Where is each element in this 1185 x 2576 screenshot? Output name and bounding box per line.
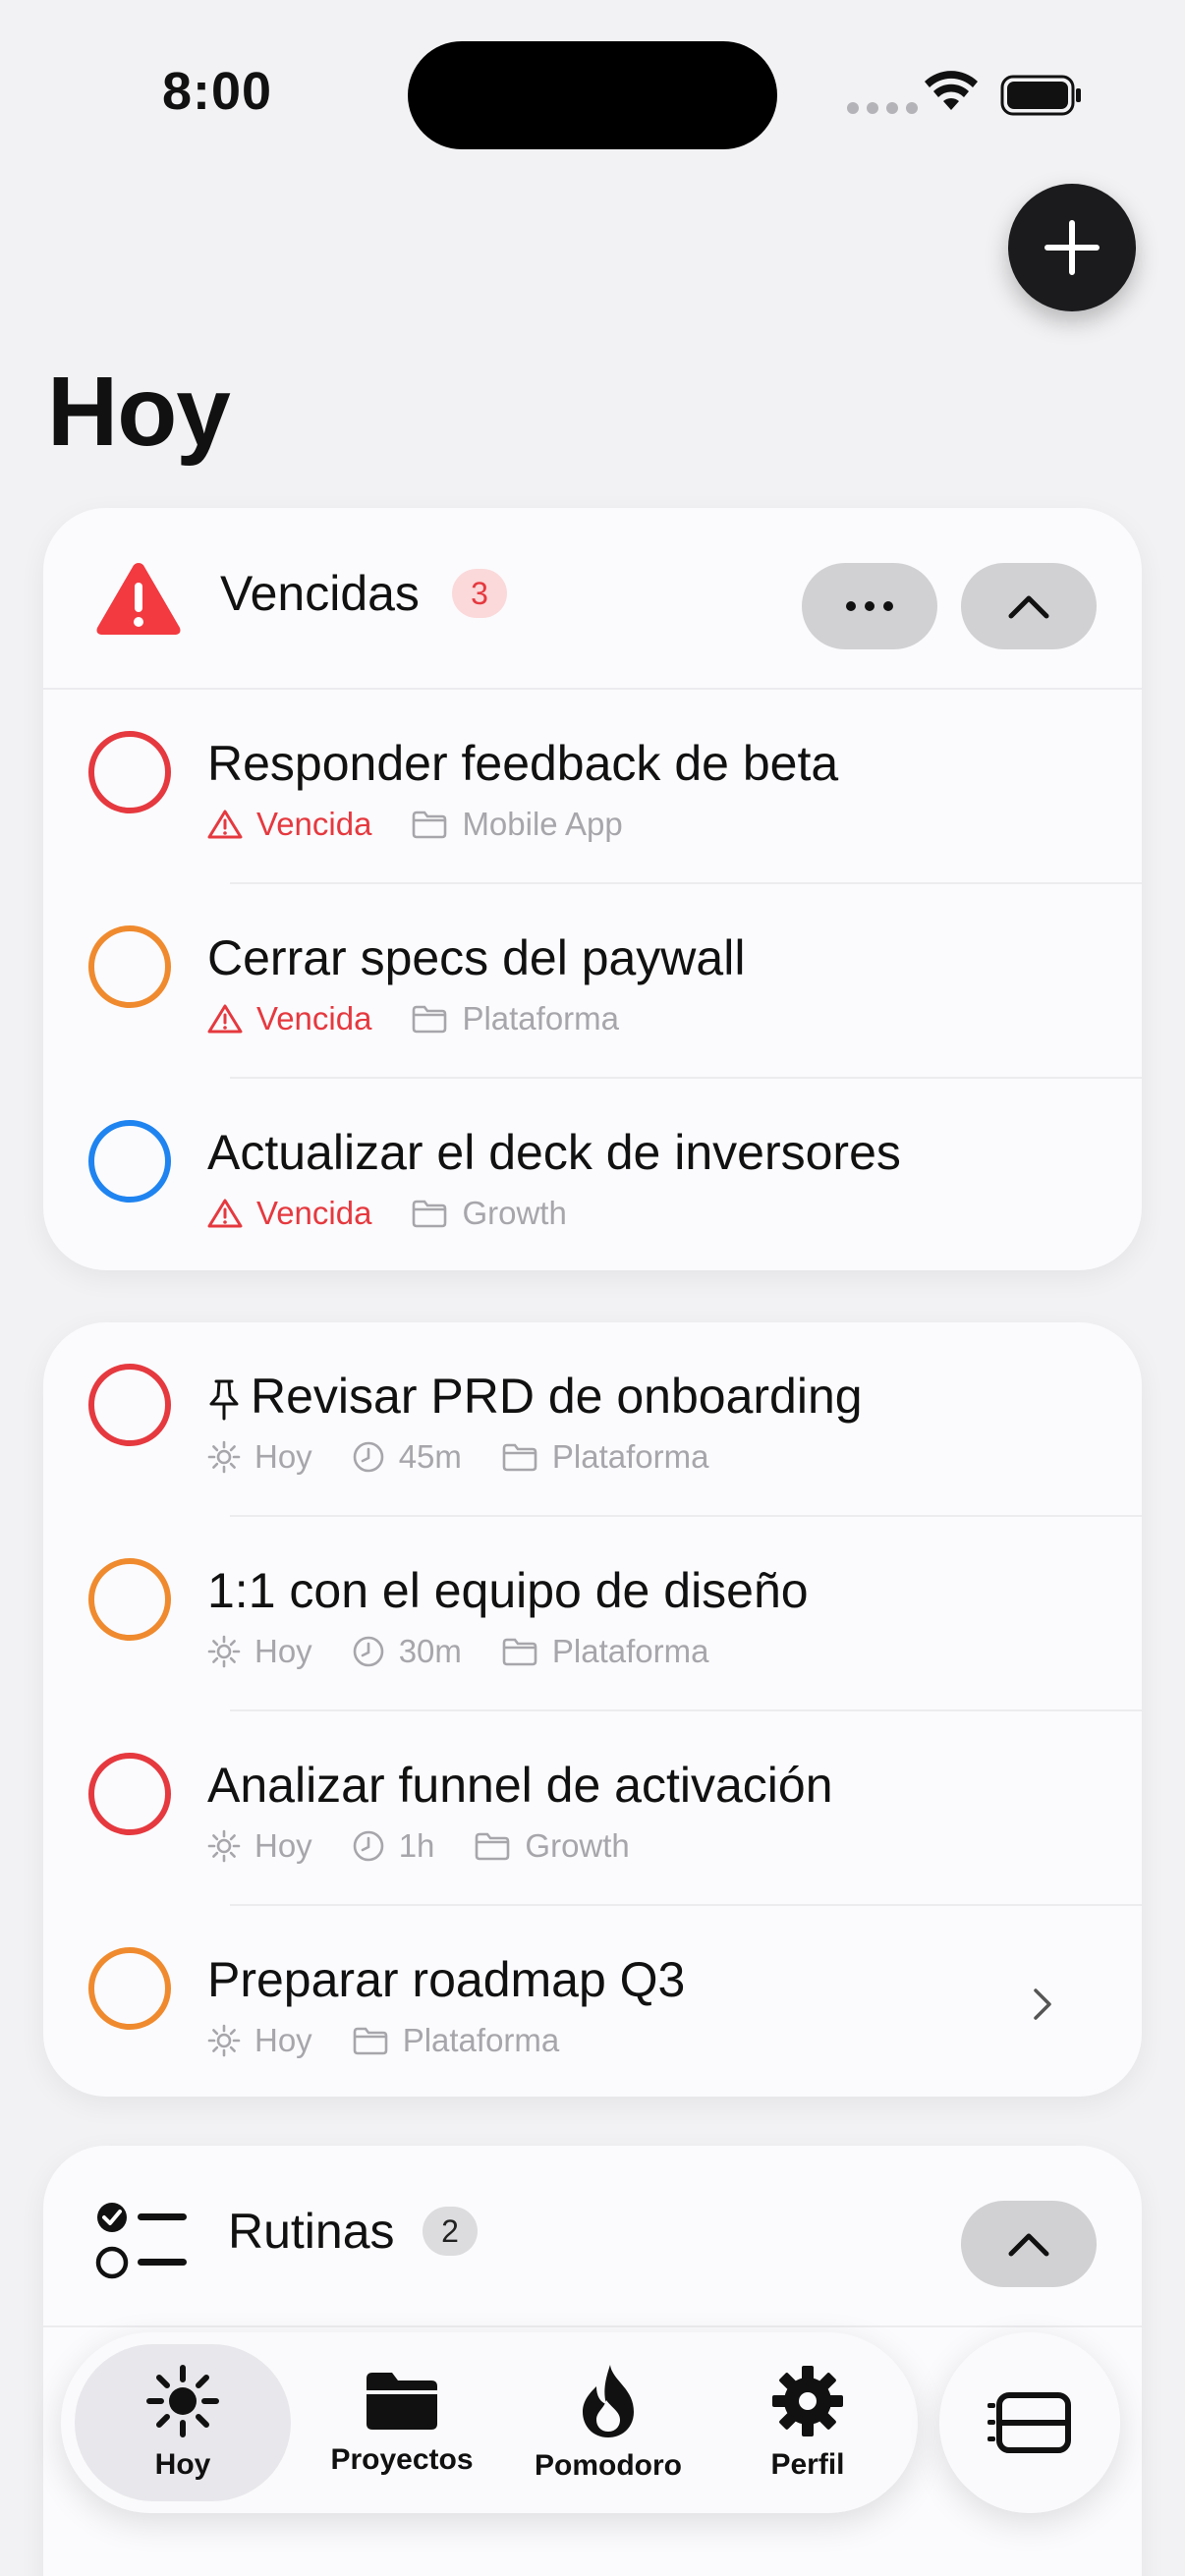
plus-icon bbox=[1044, 220, 1100, 275]
task-project: Growth bbox=[525, 1827, 630, 1864]
chevron-up-icon bbox=[1008, 2233, 1049, 2257]
tab-label: Pomodoro bbox=[535, 2449, 682, 2482]
task-complete-checkbox[interactable] bbox=[88, 1558, 171, 1641]
task-complete-checkbox[interactable] bbox=[88, 1364, 171, 1446]
sidebar-toggle-button[interactable] bbox=[939, 2332, 1120, 2513]
folder-icon bbox=[367, 2373, 437, 2430]
task-complete-checkbox[interactable] bbox=[88, 1753, 171, 1835]
tab-label: Hoy bbox=[154, 2448, 211, 2481]
folder-outline-icon bbox=[353, 2027, 387, 2055]
task-complete-checkbox[interactable] bbox=[88, 1120, 171, 1203]
folder-outline-icon bbox=[413, 1200, 447, 1228]
task-project: Growth bbox=[462, 1195, 567, 1231]
task-project: Plataforma bbox=[551, 1438, 709, 1475]
dynamic-island bbox=[408, 41, 777, 149]
tab-hoy[interactable]: Hoy bbox=[75, 2344, 291, 2501]
task-duration: 1h bbox=[398, 1827, 435, 1864]
task-title: 1:1 con el equipo de diseño bbox=[207, 1563, 809, 1618]
ellipsis-icon bbox=[846, 601, 893, 611]
tab-pomodoro[interactable]: Pomodoro bbox=[505, 2332, 711, 2513]
task-day: Hoy bbox=[254, 2022, 312, 2058]
folder-outline-icon bbox=[413, 1005, 447, 1034]
task-row[interactable]: 1:1 con el equipo de diseño Hoy 30m Plat… bbox=[43, 1517, 1142, 1711]
task-row[interactable]: Preparar roadmap Q3 Hoy Plataforma bbox=[43, 1906, 1142, 2097]
overdue-section-card: Vencidas 3 Responder feedback de beta Ve… bbox=[43, 508, 1142, 1270]
wifi-icon bbox=[925, 71, 978, 110]
overdue-count-badge: 3 bbox=[452, 569, 507, 618]
task-title-text: Revisar PRD de onboarding bbox=[251, 1369, 863, 1424]
task-row[interactable]: Actualizar el deck de inversores Vencida… bbox=[43, 1079, 1142, 1270]
task-complete-checkbox[interactable] bbox=[88, 731, 171, 813]
more-options-button[interactable] bbox=[802, 563, 937, 649]
clock-icon bbox=[353, 1830, 383, 1862]
task-row[interactable]: Revisar PRD de onboarding Hoy 45m Plataf… bbox=[43, 1322, 1142, 1517]
task-project: Plataforma bbox=[551, 1633, 709, 1669]
chevron-up-icon bbox=[1008, 595, 1049, 619]
sun-outline-icon bbox=[207, 1829, 241, 1863]
clock-icon bbox=[353, 1441, 383, 1473]
today-section-card: Revisar PRD de onboarding Hoy 45m Plataf… bbox=[43, 1322, 1142, 2097]
task-duration: 30m bbox=[398, 1633, 462, 1669]
add-task-button[interactable] bbox=[1008, 184, 1136, 311]
chevron-right-icon[interactable] bbox=[1032, 1987, 1053, 2022]
folder-outline-icon bbox=[476, 1832, 510, 1861]
list-stack-icon bbox=[988, 2392, 1071, 2453]
gear-icon bbox=[772, 2366, 843, 2436]
collapse-overdue-button[interactable] bbox=[961, 563, 1097, 649]
overdue-section-title: Vencidas bbox=[220, 566, 420, 621]
warning-icon bbox=[96, 563, 181, 635]
sun-icon bbox=[146, 2365, 219, 2437]
task-title: Actualizar el deck de inversores bbox=[207, 1125, 901, 1180]
sun-outline-icon bbox=[207, 1635, 241, 1668]
collapse-routines-button[interactable] bbox=[961, 2201, 1097, 2287]
sun-outline-icon bbox=[207, 2024, 241, 2057]
battery-icon bbox=[1000, 75, 1081, 116]
task-status: Vencida bbox=[256, 806, 372, 842]
tab-label: Perfil bbox=[770, 2448, 845, 2481]
tab-perfil[interactable]: Perfil bbox=[711, 2332, 904, 2513]
task-title: Analizar funnel de activación bbox=[207, 1758, 833, 1813]
sun-outline-icon bbox=[207, 1440, 241, 1474]
tab-proyectos[interactable]: Proyectos bbox=[299, 2332, 505, 2513]
warning-outline-icon bbox=[207, 1199, 243, 1228]
task-row[interactable]: Responder feedback de beta Vencida Mobil… bbox=[43, 690, 1142, 884]
task-day: Hoy bbox=[254, 1438, 312, 1475]
status-time: 8:00 bbox=[162, 62, 273, 121]
folder-outline-icon bbox=[502, 1638, 537, 1666]
task-status: Vencida bbox=[256, 1000, 372, 1036]
task-title: Cerrar specs del paywall bbox=[207, 930, 746, 985]
flame-icon bbox=[583, 2365, 634, 2437]
task-project: Mobile App bbox=[462, 806, 623, 842]
task-complete-checkbox[interactable] bbox=[88, 925, 171, 1008]
task-day: Hoy bbox=[254, 1633, 312, 1669]
tab-bar: Hoy Proyectos Pomodoro Perfil bbox=[61, 2332, 918, 2513]
task-day: Hoy bbox=[254, 1827, 312, 1864]
task-title: Revisar PRD de onboarding bbox=[207, 1368, 863, 1425]
overdue-section-header[interactable]: Vencidas 3 bbox=[43, 508, 1142, 690]
task-duration: 45m bbox=[398, 1438, 462, 1475]
folder-outline-icon bbox=[413, 811, 447, 839]
status-bar: 8:00 bbox=[0, 0, 1185, 196]
warning-outline-icon bbox=[207, 1004, 243, 1034]
routines-section-title: Rutinas bbox=[228, 2204, 395, 2259]
tab-label: Proyectos bbox=[330, 2443, 474, 2476]
routines-section-header[interactable]: Rutinas 2 bbox=[43, 2146, 1142, 2327]
folder-outline-icon bbox=[502, 1443, 537, 1472]
task-title: Preparar roadmap Q3 bbox=[207, 1952, 686, 2007]
clock-icon bbox=[353, 1636, 383, 1667]
task-row[interactable]: Analizar funnel de activación Hoy 1h Gro… bbox=[43, 1711, 1142, 1906]
task-project: Plataforma bbox=[402, 2022, 560, 2058]
cellular-icon bbox=[847, 102, 918, 114]
task-complete-checkbox[interactable] bbox=[88, 1947, 171, 2030]
warning-outline-icon bbox=[207, 810, 243, 839]
checklist-icon bbox=[95, 2203, 187, 2279]
page-title: Hoy bbox=[47, 357, 231, 467]
task-project: Plataforma bbox=[462, 1000, 620, 1036]
task-title: Responder feedback de beta bbox=[207, 736, 839, 791]
pin-icon bbox=[209, 1379, 239, 1421]
routines-count-badge: 2 bbox=[423, 2207, 478, 2256]
task-status: Vencida bbox=[256, 1195, 372, 1231]
task-row[interactable]: Cerrar specs del paywall Vencida Platafo… bbox=[43, 884, 1142, 1079]
